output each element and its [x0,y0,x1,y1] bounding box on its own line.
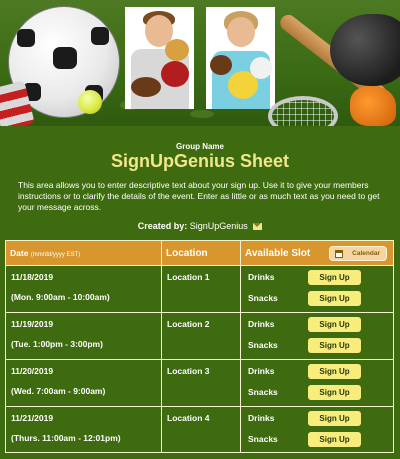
row-location: Location 4 [167,413,210,423]
location-cell: Location 1 [161,266,240,312]
row-time: (Thurs. 11:00am - 12:01pm) [11,433,121,443]
date-header-label: Date [10,248,29,258]
slot-name-snacks: Snacks [248,340,278,350]
slot-name-snacks: Snacks [248,434,278,444]
sign-up-button[interactable]: Sign Up [308,385,361,400]
table-row: 11/18/2019 (Mon. 9:00am - 10:00am) Locat… [6,266,393,313]
signup-table: Date (mm/dd/yyyy EST) Location Available… [5,240,394,453]
location-cell: Location 2 [161,313,240,359]
row-date: 11/20/2019 [11,366,54,376]
row-time: (Tue. 1:00pm - 3:00pm) [11,339,103,349]
calendar-icon [335,250,343,258]
date-cell: 11/20/2019 (Wed. 7:00am - 9:00am) [6,360,161,406]
grass-detail [190,110,214,118]
slot-name-drinks: Drinks [248,319,275,329]
glove-icon [350,86,396,126]
slot-name-drinks: Drinks [248,366,275,376]
sign-up-button[interactable]: Sign Up [308,432,361,447]
date-cell: 11/21/2019 (Thurs. 11:00am - 12:01pm) [6,407,161,453]
date-column-header: Date (mm/dd/yyyy EST) [6,241,161,265]
row-date: 11/18/2019 [11,272,54,282]
row-location: Location 2 [167,319,210,329]
sign-up-button[interactable]: Sign Up [308,364,361,379]
row-time: (Mon. 9:00am - 10:00am) [11,292,110,302]
mail-icon[interactable] [253,223,263,230]
slot-cell: Drinks Sign Up Snacks Sign Up [240,266,393,312]
creator-name[interactable]: SignUpGenius [190,221,248,231]
girl-athlete-photo [206,7,275,109]
date-cell: 11/19/2019 (Tue. 1:00pm - 3:00pm) [6,313,161,359]
sign-up-button[interactable]: Sign Up [308,317,361,332]
group-name: Group Name [175,142,224,151]
date-cell: 11/18/2019 (Mon. 9:00am - 10:00am) [6,266,161,312]
boy-athlete-photo [125,7,194,109]
slot-name-snacks: Snacks [248,387,278,397]
row-date: 11/19/2019 [11,319,54,329]
location-column-header: Location [161,241,240,265]
location-cell: Location 4 [161,407,240,453]
sports-banner [0,0,400,126]
slot-name-drinks: Drinks [248,272,275,282]
location-cell: Location 3 [161,360,240,406]
sign-up-button[interactable]: Sign Up [308,270,361,285]
created-by: Created by: SignUpGenius [0,221,400,231]
sign-up-button[interactable]: Sign Up [308,338,361,353]
calendar-button[interactable]: Calendar [329,246,387,261]
date-format-label: (mm/dd/yyyy EST) [30,252,81,258]
table-row: 11/20/2019 (Wed. 7:00am - 9:00am) Locati… [6,360,393,407]
calendar-label: Calendar [352,250,380,257]
row-date: 11/21/2019 [11,413,54,423]
location-header-label: Location [166,248,208,259]
slot-header-label: Available Slot [245,248,311,259]
slot-cell: Drinks Sign Up Snacks Sign Up [240,407,393,453]
slot-column-header: Available Slot Calendar [240,241,393,265]
table-header: Date (mm/dd/yyyy EST) Location Available… [6,241,393,266]
slot-cell: Drinks Sign Up Snacks Sign Up [240,313,393,359]
sheet-description: This area allows you to enter descriptiv… [18,180,380,212]
slot-name-snacks: Snacks [248,293,278,303]
row-location: Location 3 [167,366,210,376]
tennis-ball-icon [78,90,102,114]
row-location: Location 1 [167,272,210,282]
page-title: SignUpGenius Sheet [110,151,290,171]
table-row: 11/21/2019 (Thurs. 11:00am - 12:01pm) Lo… [6,407,393,454]
helmet-icon [330,14,400,86]
table-row: 11/19/2019 (Tue. 1:00pm - 3:00pm) Locati… [6,313,393,360]
slot-name-drinks: Drinks [248,413,275,423]
sign-up-button[interactable]: Sign Up [308,291,361,306]
sign-up-button[interactable]: Sign Up [308,411,361,426]
tennis-racket-icon [268,96,338,126]
row-time: (Wed. 7:00am - 9:00am) [11,386,106,396]
slot-cell: Drinks Sign Up Snacks Sign Up [240,360,393,406]
created-by-label: Created by: [137,221,188,231]
